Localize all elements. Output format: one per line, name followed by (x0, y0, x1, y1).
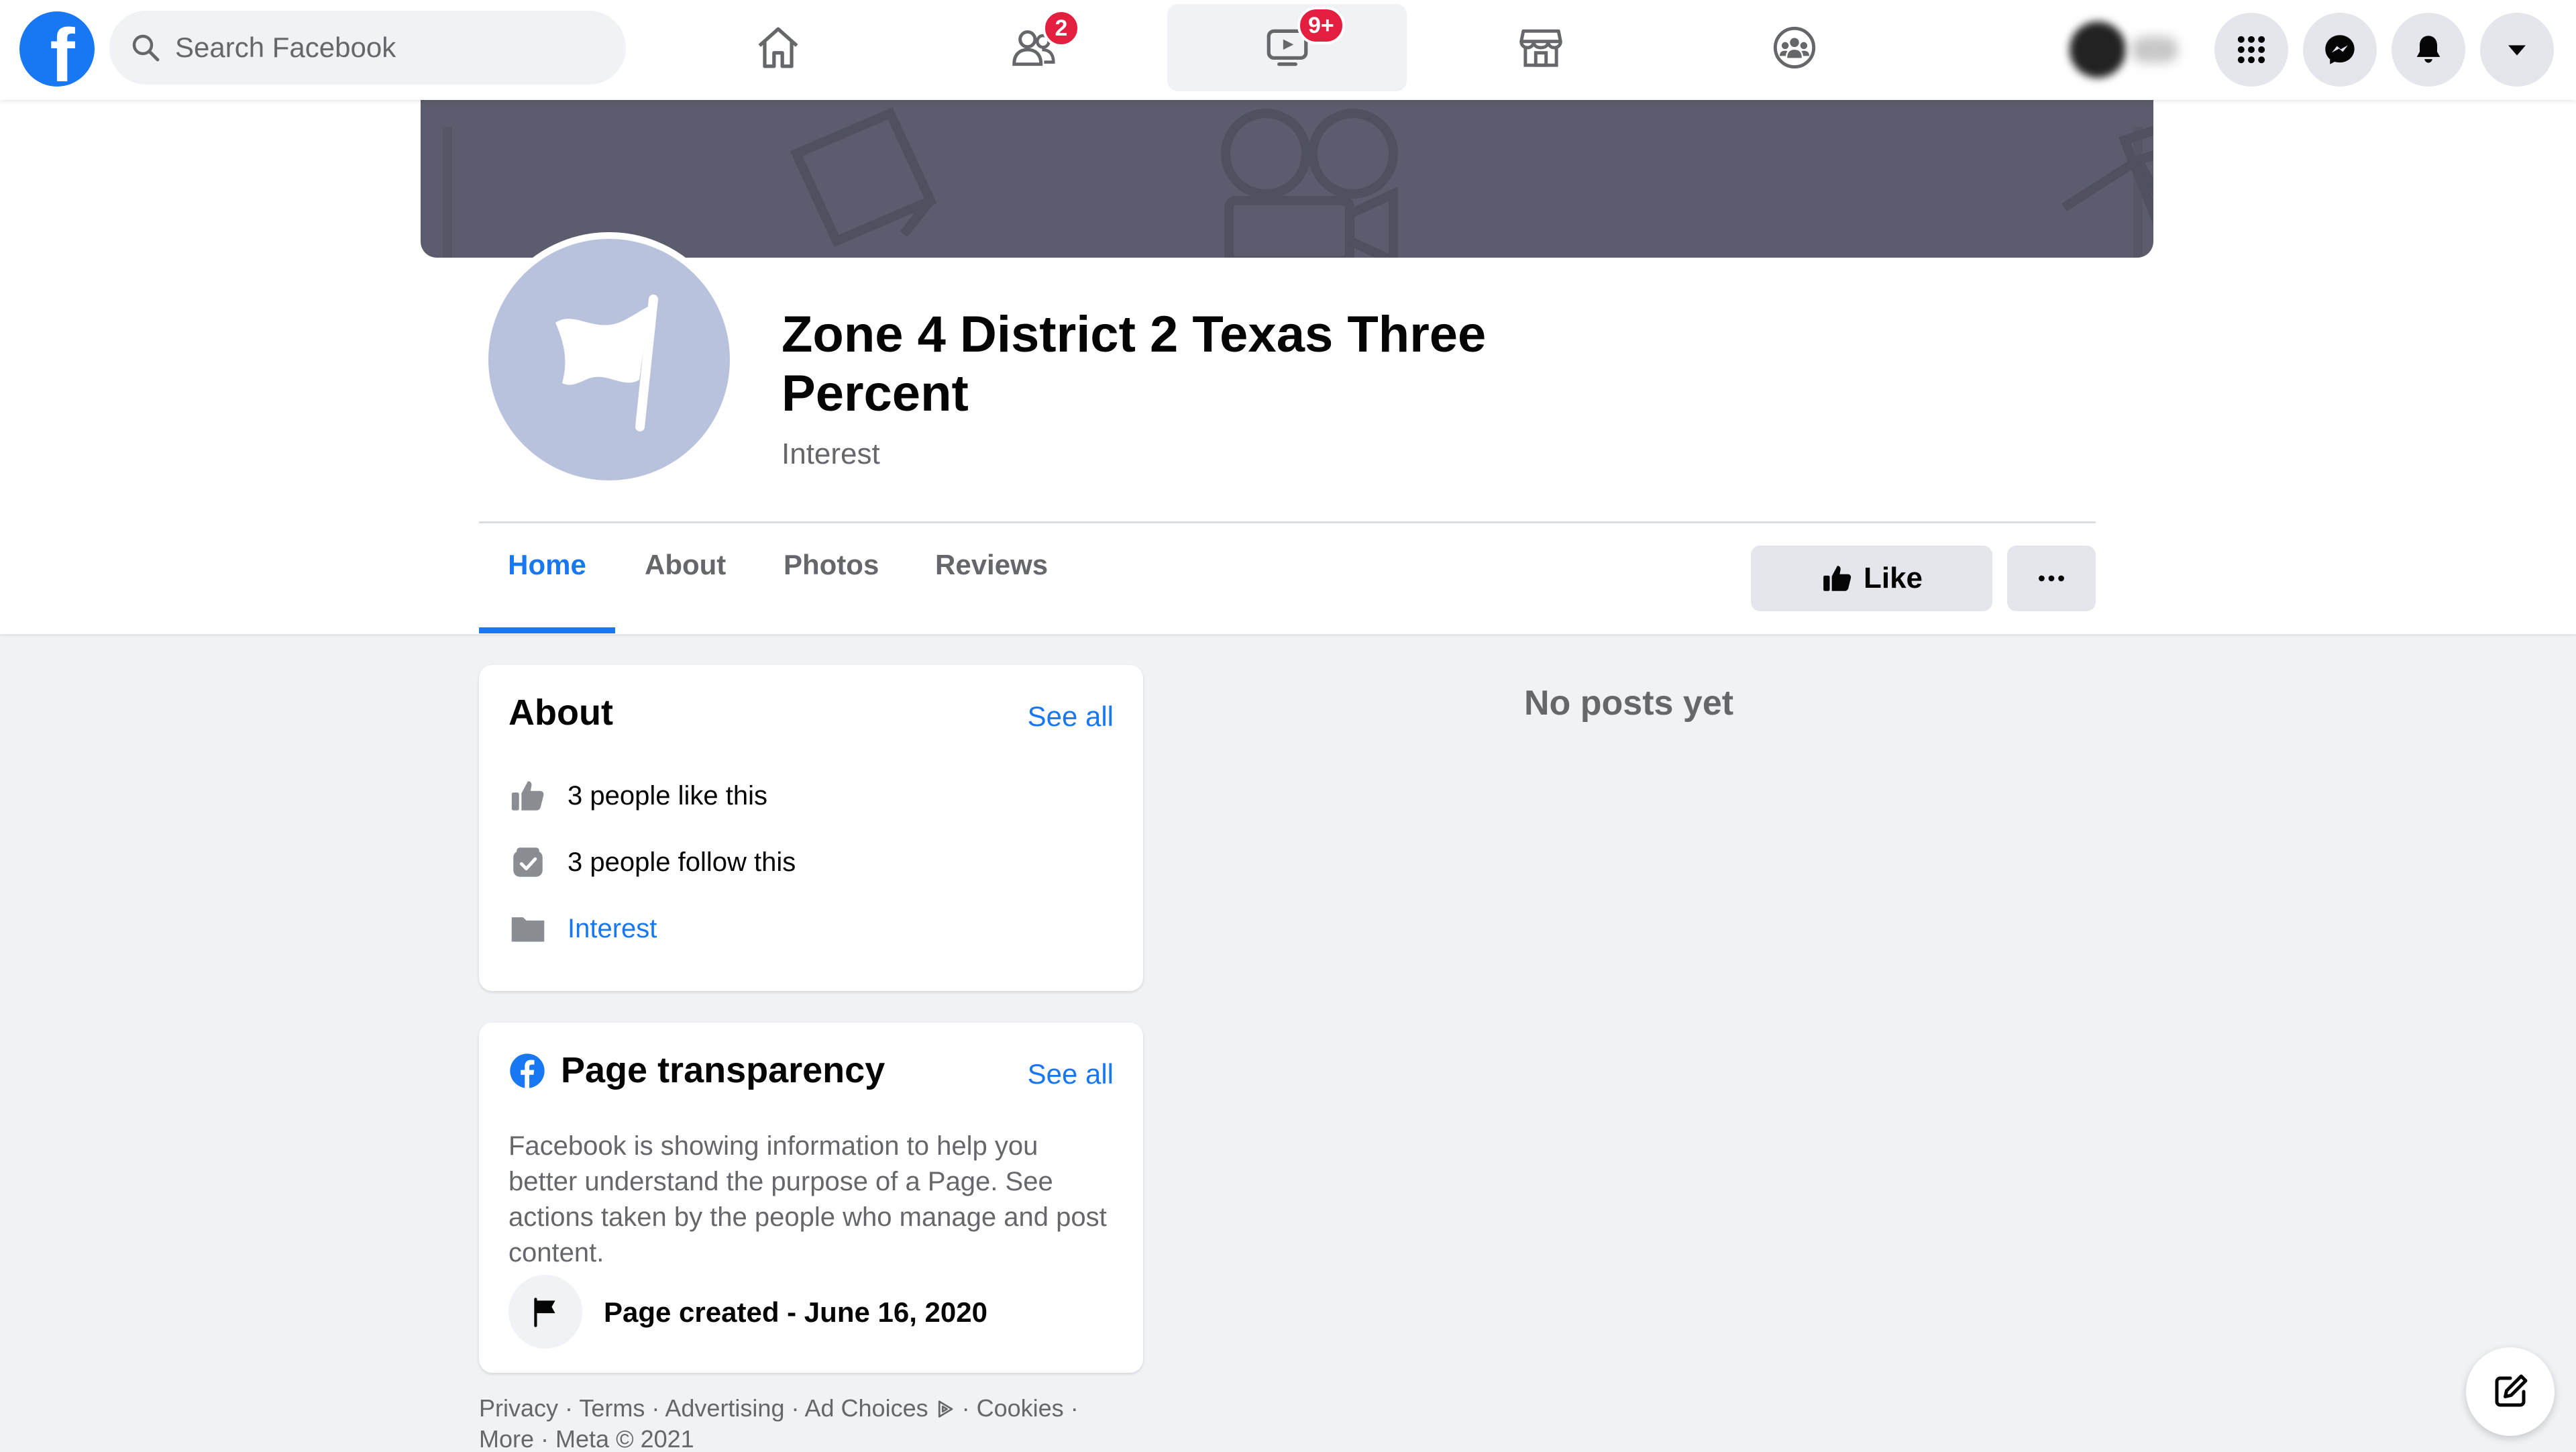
flag-icon (555, 295, 658, 431)
about-card-title: About (508, 692, 613, 733)
tab-photos[interactable]: Photos (754, 521, 908, 609)
search-icon (132, 34, 160, 62)
page-category: Interest (782, 437, 880, 470)
ad-choices-icon[interactable] (935, 1399, 955, 1419)
footer-link-ad-choices[interactable]: Ad Choices (805, 1394, 928, 1422)
page-title: Zone 4 District 2 Texas Three Percent (782, 306, 1487, 422)
about-see-all-link[interactable]: See all (1028, 701, 1114, 733)
top-navigation-bar: f 2 9+ (0, 0, 2576, 100)
flag-icon (534, 1298, 555, 1327)
footer: Privacy · Terms · Advertising · Ad Choic… (479, 1394, 1079, 1452)
category-link[interactable]: Interest (568, 914, 657, 944)
page-profile-picture[interactable] (482, 232, 737, 487)
footer-link-cookies[interactable]: Cookies (977, 1394, 1064, 1422)
tab-home[interactable]: Home (479, 521, 615, 609)
thumbs-up-icon (511, 781, 544, 811)
account-menu-button[interactable] (2480, 13, 2554, 87)
transparency-title: Page transparency (561, 1050, 885, 1090)
search-input[interactable] (175, 32, 578, 64)
nav-tab-friends[interactable]: 2 (914, 4, 1153, 91)
home-icon (758, 27, 798, 68)
no-posts-message: No posts yet (1524, 684, 1734, 723)
likes-count-text: 3 people like this (568, 780, 767, 811)
watch-notification-badge: 9+ (1297, 7, 1345, 44)
compose-edit-icon (2495, 1374, 2528, 1407)
footer-link-more[interactable]: More (479, 1425, 534, 1452)
transparency-description: Facebook is showing information to help … (508, 1131, 1107, 1267)
likes-row: 3 people like this (508, 776, 767, 815)
new-message-button[interactable] (2466, 1347, 2555, 1436)
category-row: Interest (508, 909, 657, 948)
groups-icon (1773, 26, 1815, 69)
more-options-button[interactable] (2007, 546, 2096, 611)
follow-check-icon (513, 847, 543, 877)
thumbs-up-icon (1823, 566, 1851, 591)
category-folder-icon (511, 917, 545, 942)
messenger-icon (2325, 35, 2355, 64)
footer-link-advertising[interactable]: Advertising (665, 1394, 784, 1422)
messenger-button[interactable] (2303, 13, 2377, 87)
cover-photo (421, 100, 2153, 258)
like-page-button[interactable]: Like (1751, 546, 1992, 611)
page-created-date: Page created - June 16, 2020 (604, 1296, 987, 1328)
friends-notification-badge: 2 (1042, 9, 1080, 47)
caret-down-icon (2508, 45, 2526, 56)
marketplace-icon (1519, 29, 1562, 67)
transparency-see-all-link[interactable]: See all (1028, 1058, 1114, 1090)
footer-link-privacy[interactable]: Privacy (479, 1394, 558, 1422)
more-dots-icon (2039, 575, 2064, 582)
follows-row: 3 people follow this (508, 843, 796, 882)
search-box[interactable] (109, 11, 626, 85)
footer-copyright: Meta © 2021 (555, 1425, 694, 1452)
account-avatar[interactable] (2070, 16, 2184, 81)
nav-tab-marketplace[interactable] (1421, 4, 1660, 91)
nav-tab-watch[interactable]: 9+ (1167, 4, 1407, 91)
tab-reviews[interactable]: Reviews (906, 521, 1077, 609)
nav-tab-groups[interactable] (1674, 4, 1914, 91)
notifications-button[interactable] (2392, 13, 2465, 87)
footer-link-terms[interactable]: Terms (579, 1394, 645, 1422)
facebook-logo-icon[interactable]: f (19, 11, 95, 87)
cover-pattern-icon (443, 107, 2153, 258)
menu-button[interactable] (2214, 13, 2288, 87)
active-tab-indicator (479, 627, 615, 633)
bell-icon (2416, 36, 2440, 63)
nav-tab-home[interactable] (658, 4, 898, 91)
facebook-small-logo-icon (510, 1053, 545, 1088)
tab-about[interactable]: About (615, 521, 755, 609)
about-card: About See all 3 people like this 3 peopl… (479, 665, 1143, 991)
like-label: Like (1863, 562, 1923, 594)
follows-count-text: 3 people follow this (568, 847, 796, 877)
page-created-badge (508, 1275, 582, 1349)
page-transparency-card: Page transparency See all Facebook is sh… (479, 1023, 1143, 1373)
menu-grid-icon (2237, 36, 2265, 64)
